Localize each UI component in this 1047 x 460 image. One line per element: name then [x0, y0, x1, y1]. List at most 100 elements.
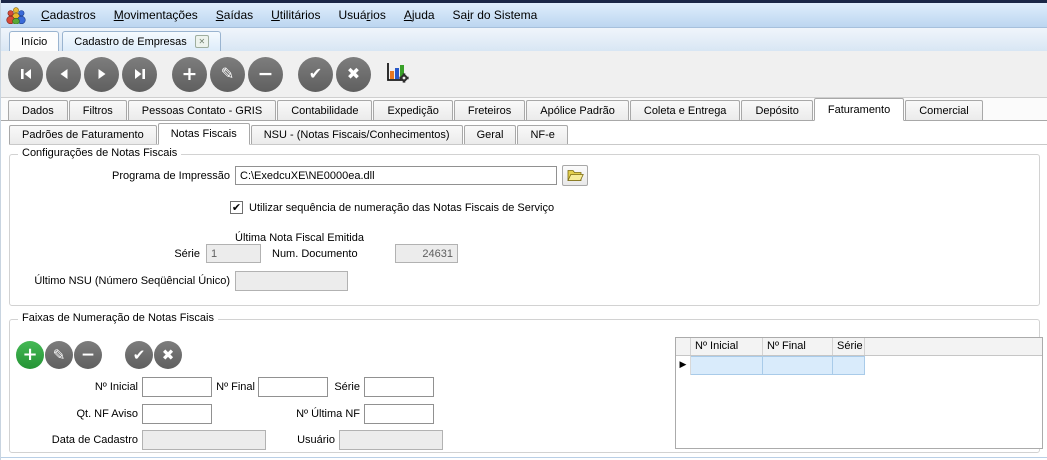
- last-record-button[interactable]: [122, 56, 157, 92]
- tab-pessoas-contato-gris[interactable]: Pessoas Contato - GRIS: [127, 100, 277, 120]
- menu-item-text: adastros: [49, 8, 96, 22]
- menu-item-cadastros[interactable]: Cadastros: [32, 5, 105, 25]
- window-tab-inicio[interactable]: Início: [9, 31, 60, 51]
- delete-record-button[interactable]: −: [248, 56, 283, 92]
- chart-settings-button[interactable]: [384, 61, 410, 88]
- menu-item-sair-do-sistema[interactable]: Sair do Sistema: [444, 5, 547, 25]
- grid-column-header-n-final[interactable]: Nº Final: [763, 338, 833, 355]
- subtab-notas-fiscais[interactable]: Notas Fiscais: [157, 123, 250, 145]
- tab-faturamento[interactable]: Faturamento: [813, 98, 905, 121]
- n-ultima-nf-input[interactable]: [364, 404, 434, 424]
- window-tab-label: Cadastro de Empresas: [74, 35, 187, 48]
- utilizar-sequencia-label: Utilizar sequência de numeração das Nota…: [249, 202, 555, 214]
- insert-record-button[interactable]: +: [172, 56, 207, 92]
- close-tab-icon[interactable]: ✕: [194, 35, 209, 48]
- usuario-input: [339, 430, 443, 450]
- bottom-divider: [1, 457, 1047, 458]
- plus-icon: +: [22, 344, 38, 365]
- menu-item-text: juda: [411, 8, 435, 22]
- bar-chart-gear-icon: [387, 62, 409, 83]
- menu-item-saidas[interactable]: Saídas: [207, 5, 262, 25]
- menu-item-text: ovimentações: [123, 8, 198, 22]
- open-folder-icon: [566, 170, 584, 181]
- previous-record-icon: [60, 69, 67, 79]
- faixa-delete-button[interactable]: −: [74, 341, 102, 369]
- groupbox-title: Faixas de Numeração de Notas Fiscais: [18, 312, 218, 324]
- serie-input[interactable]: [364, 377, 434, 397]
- faixas-grid: Nº Inicial Nº Final Série ▶: [675, 337, 1043, 449]
- menu-item-text: U: [271, 8, 280, 22]
- qt-nf-aviso-label: Qt. NF Aviso: [76, 408, 138, 420]
- serie-input: [206, 244, 261, 263]
- window-tab-label: Início: [21, 35, 48, 48]
- programa-impressao-input[interactable]: [235, 166, 557, 185]
- subtab-padroes-de-faturamento[interactable]: Padrões de Faturamento: [9, 125, 157, 144]
- tab-freteiros[interactable]: Freteiros: [453, 100, 526, 120]
- last-record-icon: [134, 69, 145, 79]
- tab-coleta-e-entrega[interactable]: Coleta e Entrega: [629, 100, 741, 120]
- window-tab-cadastro-de-empresas[interactable]: Cadastro de Empresas ✕: [62, 31, 221, 51]
- menu-item-utilitarios[interactable]: Utilitários: [262, 5, 329, 25]
- subtab-geral[interactable]: Geral: [463, 125, 517, 144]
- tab-apolice-padrao[interactable]: Apólice Padrão: [526, 100, 629, 120]
- tab-comercial[interactable]: Comercial: [905, 100, 983, 120]
- main-tab-bar: Dados Filtros Pessoas Contato - GRIS Contab…: [1, 98, 1047, 121]
- previous-record-button[interactable]: [46, 56, 81, 92]
- grid-column-header-serie[interactable]: Série: [833, 338, 865, 355]
- grid-cell[interactable]: [763, 356, 833, 375]
- programa-impressao-label: Programa de Impressão: [112, 170, 230, 182]
- menu-items: Cadastros Movimentações Saídas Utilitários U…: [32, 5, 546, 25]
- faixas-toolbar: + ✎ − ✔ ✖: [16, 341, 183, 369]
- menu-item-text: tilitários: [279, 8, 321, 22]
- check-icon: ✔: [132, 345, 146, 364]
- qt-nf-aviso-input[interactable]: [142, 404, 212, 424]
- tab-contabilidade[interactable]: Contabilidade: [277, 100, 373, 120]
- faixa-edit-button[interactable]: ✎: [45, 341, 73, 369]
- groupbox-configuracoes-notas-fiscais: Configurações de Notas Fiscais Programa …: [9, 147, 1040, 306]
- groupbox-faixas-numeracao: Faixas de Numeração de Notas Fiscais + ✎…: [9, 312, 1043, 453]
- cancel-button[interactable]: ✖: [336, 56, 371, 92]
- main-toolbar: + ✎ − ✔ ✖: [1, 51, 1047, 98]
- grid-row[interactable]: ▶: [676, 356, 1042, 375]
- faixa-cancel-button[interactable]: ✖: [154, 341, 182, 369]
- sub-tab-bar: Padrões de Faturamento Notas Fiscais NSU -…: [9, 123, 1047, 145]
- grid-column-header-n-inicial[interactable]: Nº Inicial: [691, 338, 763, 355]
- menu-item-ajuda[interactable]: Ajuda: [395, 5, 444, 25]
- minus-icon: −: [80, 344, 96, 365]
- cross-icon: ✖: [346, 64, 361, 83]
- n-inicial-label: Nº Inicial: [94, 381, 138, 393]
- tab-filtros[interactable]: Filtros: [68, 100, 127, 120]
- app-people-icon: [6, 7, 26, 24]
- menu-item-movimentacoes[interactable]: Movimentações: [105, 5, 207, 25]
- grid-header-row: Nº Inicial Nº Final Série: [676, 338, 1042, 356]
- minus-icon: −: [257, 62, 274, 85]
- menu-item-text: r do Sistema: [469, 8, 538, 22]
- subtab-nf-e[interactable]: NF-e: [517, 125, 568, 144]
- browse-folder-button[interactable]: [562, 165, 588, 186]
- faixa-confirm-button[interactable]: ✔: [125, 341, 153, 369]
- tab-expedicao[interactable]: Expedição: [373, 100, 453, 120]
- menu-item-text: S: [215, 8, 224, 22]
- data-cadastro-label: Data de Cadastro: [51, 434, 138, 446]
- next-record-icon: [98, 69, 105, 79]
- grid-indicator-header: [676, 338, 691, 355]
- menu-item-text: M: [113, 8, 124, 22]
- num-documento-label: Num. Documento: [272, 248, 358, 260]
- check-icon: ✔: [308, 64, 323, 83]
- next-record-button[interactable]: [84, 56, 119, 92]
- menu-bar: Cadastros Movimentações Saídas Utilitários U…: [1, 3, 1047, 28]
- serie-label: Série: [174, 248, 200, 260]
- first-record-button[interactable]: [8, 56, 43, 92]
- grid-cell[interactable]: [691, 356, 763, 375]
- menu-item-usuarios[interactable]: Usuários: [329, 5, 394, 25]
- plus-icon: +: [181, 62, 198, 85]
- subtab-nsu-notas-fiscais-conhecimentos[interactable]: NSU - (Notas Fiscais/Conhecimentos): [250, 125, 463, 144]
- utilizar-sequencia-checkbox[interactable]: ✔: [230, 201, 243, 214]
- grid-cell[interactable]: [833, 356, 865, 375]
- faixa-add-button[interactable]: +: [16, 341, 44, 369]
- edit-record-button[interactable]: ✎: [210, 56, 245, 92]
- tab-deposito[interactable]: Depósito: [741, 100, 813, 120]
- tab-dados[interactable]: Dados: [8, 100, 68, 120]
- confirm-button[interactable]: ✔: [298, 56, 333, 92]
- ultimo-nsu-label: Último NSU (Número Seqüêncial Único): [34, 275, 230, 287]
